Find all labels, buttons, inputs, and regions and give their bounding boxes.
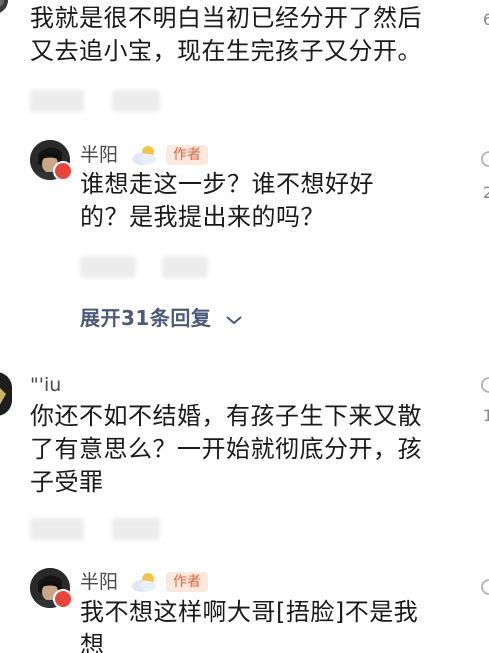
comment-text[interactable]: 我就是很不明白当初已经分开了然后 又去追小宝，现在生完孩子又分开。 — [30, 2, 422, 68]
comment-icon[interactable] — [480, 376, 489, 394]
comment-line: 了有意思么？一开始就彻底分开，孩 — [30, 435, 422, 463]
comment-meta-blurred — [112, 518, 160, 540]
like-count: 1 — [482, 406, 489, 425]
commenter-avatar[interactable] — [0, 372, 12, 416]
cloud-sun-icon — [132, 146, 156, 165]
comment-line: 子受罪 — [30, 468, 104, 496]
author-badge: 作者 — [166, 145, 208, 165]
reply-line: 谁想走这一步？谁不想好好 — [80, 170, 374, 198]
reply-line: 我不想这样啊大哥[捂脸]不是我 — [80, 598, 419, 626]
commenter-avatar[interactable] — [0, 0, 8, 14]
reply-text[interactable]: 我不想这样啊大哥[捂脸]不是我 想 — [80, 596, 418, 653]
verified-badge-icon — [53, 161, 73, 181]
verified-badge-icon — [53, 589, 73, 609]
comment-icon[interactable] — [480, 578, 489, 596]
reply-meta-blurred — [80, 256, 136, 278]
commenter-name[interactable]: "'iu — [30, 374, 61, 396]
expand-replies-label: 展开31条回复 — [80, 306, 212, 330]
comment-meta-blurred — [30, 518, 84, 540]
reply-author-name[interactable]: 半阳 — [80, 144, 118, 166]
expand-replies-link[interactable]: 展开31条回复 — [80, 302, 243, 331]
comment-line: 又去追小宝，现在生完孩子又分开。 — [30, 37, 422, 65]
reply-line: 的？是我提出来的吗？ — [80, 203, 325, 231]
like-count: 6 — [482, 10, 489, 29]
comment-meta-blurred — [112, 90, 160, 112]
author-badge: 作者 — [166, 572, 208, 592]
like-count: 2 — [482, 183, 489, 202]
comment-feed: 我就是很不明白当初已经分开了然后 又去追小宝，现在生完孩子又分开。 6 半阳 作… — [0, 0, 489, 653]
comment-line: 我就是很不明白当初已经分开了然后 — [30, 4, 422, 32]
comment-text[interactable]: 你还不如不结婚，有孩子生下来又散 了有意思么？一开始就彻底分开，孩 子受罪 — [30, 400, 422, 499]
reply-meta-blurred — [162, 256, 208, 278]
comment-icon[interactable] — [480, 150, 489, 168]
reply-text[interactable]: 谁想走这一步？谁不想好好 的？是我提出来的吗？ — [80, 168, 374, 234]
chevron-down-icon — [226, 315, 242, 324]
comment-line: 你还不如不结婚，有孩子生下来又散 — [30, 402, 422, 430]
comment-meta-blurred — [30, 90, 84, 112]
cloud-sun-icon — [132, 573, 156, 592]
reply-author-name[interactable]: 半阳 — [80, 571, 118, 593]
reply-line: 想 — [80, 631, 105, 653]
